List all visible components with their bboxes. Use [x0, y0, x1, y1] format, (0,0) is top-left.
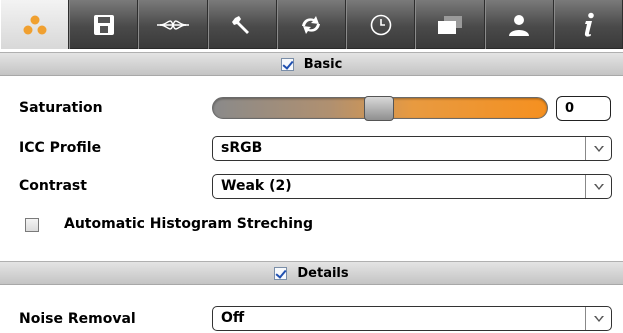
refresh-icon — [302, 15, 321, 34]
chevron-down-icon[interactable] — [585, 137, 611, 160]
info-tab[interactable] — [553, 0, 623, 49]
details-section-header[interactable]: Details — [0, 261, 623, 285]
details-section-title: Details — [297, 265, 349, 281]
toolbar — [0, 0, 623, 49]
saturation-value-field[interactable]: 0 — [556, 96, 611, 121]
curve-icon — [157, 19, 190, 30]
histogram-label: Automatic Histogram Streching — [64, 216, 314, 232]
saturation-slider-thumb[interactable] — [364, 96, 394, 121]
icc-profile-label: ICC Profile — [19, 140, 102, 156]
chevron-down-icon[interactable] — [585, 175, 611, 198]
transform-tab[interactable] — [276, 0, 347, 49]
contrast-value: Weak (2) — [221, 178, 292, 194]
save-tab[interactable] — [69, 0, 139, 49]
tools-tab[interactable] — [207, 0, 277, 49]
chevron-down-icon[interactable] — [585, 307, 611, 330]
history-tab[interactable] — [346, 0, 416, 49]
contrast-select[interactable]: Weak (2) — [212, 174, 612, 199]
noise-removal-select[interactable]: Off — [212, 306, 612, 331]
windows-icon — [437, 15, 462, 34]
saturation-label: Saturation — [19, 100, 103, 116]
noise-removal-label: Noise Removal — [19, 311, 136, 327]
floppy-disk-icon — [93, 14, 114, 35]
basic-section-checkbox[interactable] — [280, 57, 294, 71]
histogram-checkbox[interactable] — [25, 218, 39, 232]
person-icon — [509, 14, 530, 36]
details-section-checkbox[interactable] — [274, 266, 288, 280]
icc-profile-select[interactable]: sRGB — [212, 136, 612, 161]
curve-tab[interactable] — [138, 0, 208, 49]
basic-section-header[interactable]: Basic — [0, 52, 623, 76]
icc-profile-value: sRGB — [221, 140, 263, 156]
contrast-label: Contrast — [19, 178, 87, 194]
clock-icon — [370, 14, 392, 35]
basic-section-title: Basic — [303, 56, 343, 72]
wrench-icon — [232, 15, 250, 34]
noise-removal-value: Off — [221, 310, 245, 326]
info-icon — [585, 12, 595, 37]
exposure-tab[interactable] — [0, 0, 70, 49]
user-tab[interactable] — [484, 0, 554, 49]
windows-tab[interactable] — [415, 0, 485, 49]
dots-icon — [23, 15, 47, 34]
